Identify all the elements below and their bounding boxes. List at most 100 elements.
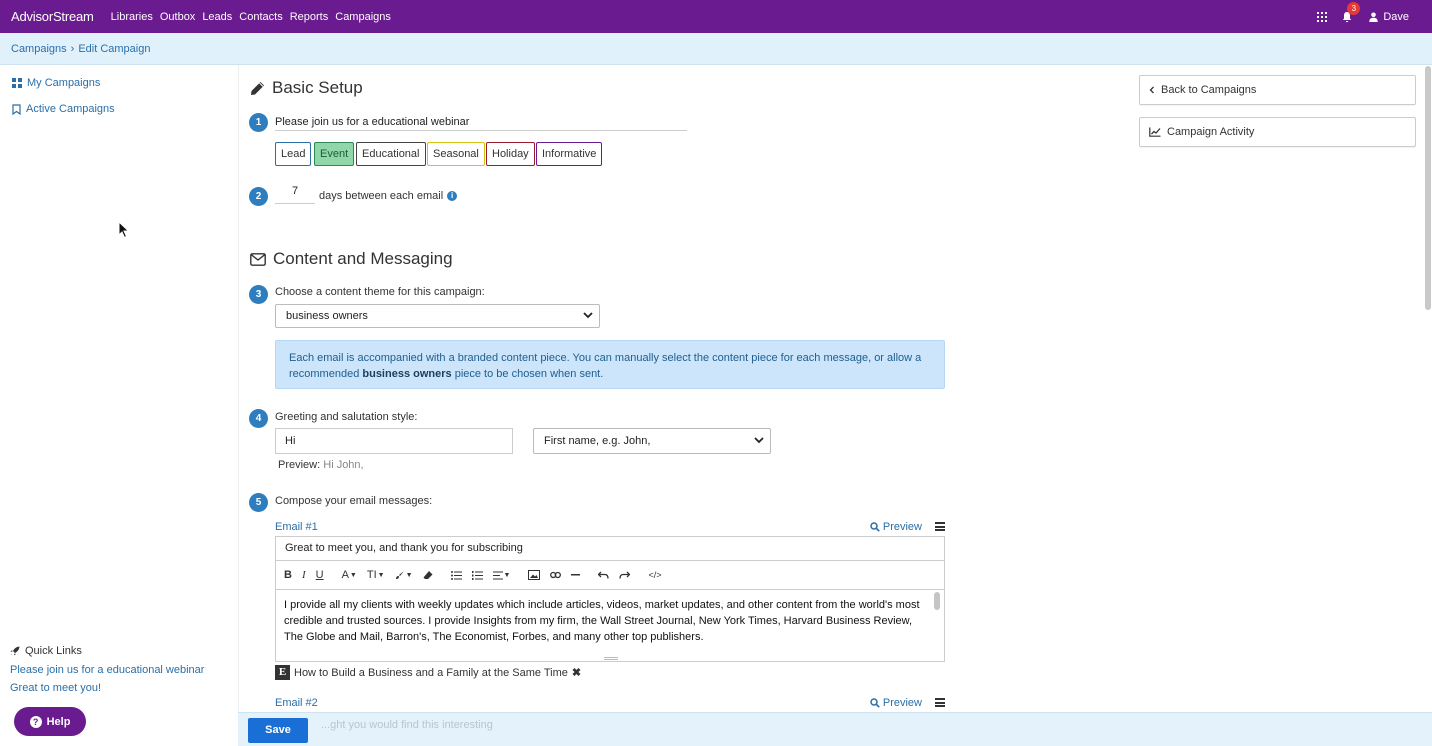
greeting-label: Greeting and salutation style: [275,411,418,423]
notification-badge: 3 [1347,1,1361,15]
nav-contacts[interactable]: Contacts [239,11,282,23]
save-bar: Save ...ght you would find this interest… [238,712,1432,746]
nav-leads[interactable]: Leads [202,11,232,23]
email-2-header: Email #2 Preview [275,697,945,711]
tag-event[interactable]: Event [314,142,355,166]
publisher-logo-icon: E [275,665,290,680]
rocket-icon [10,646,20,656]
email-2-subject-input[interactable]: ...ght you would find this interesting [321,719,493,731]
tag-educational[interactable]: Educational [356,142,426,166]
nav-campaigns[interactable]: Campaigns [335,11,391,23]
code-view-button[interactable]: </> [648,570,661,580]
help-button[interactable]: ? Help [14,707,86,736]
chevron-down-icon [583,312,593,319]
user-name: Dave [1383,10,1409,23]
remove-content-icon[interactable]: ✖ [572,666,581,679]
tag-lead[interactable]: Lead [275,142,312,166]
breadcrumb-separator: › [70,42,75,55]
editor-toolbar: B I U A ▼ TI ▼ ▼ ▼ </> [275,560,945,590]
email-1-menu-icon[interactable] [935,522,945,531]
section-basic-setup: Basic Setup [250,78,363,98]
section-content-messaging: Content and Messaging [250,249,453,269]
save-button[interactable]: Save [248,718,308,743]
apps-grid-icon[interactable] [1317,11,1328,22]
top-nav: AdvisorStream Libraries Outbox Leads Con… [0,0,1432,33]
eraser-icon[interactable] [423,570,433,580]
tag-informative[interactable]: Informative [536,142,603,166]
sidebar-item-label: Active Campaigns [26,103,115,115]
theme-info-bold: business owners [362,368,452,380]
salutation-select[interactable]: First name, e.g. John, [533,428,771,454]
chevron-left-icon [1149,86,1154,94]
user-icon [1369,12,1379,22]
breadcrumb-current: Edit Campaign [78,42,151,55]
greeting-preview: Preview: Hi John, [278,459,364,471]
tag-seasonal[interactable]: Seasonal [427,142,485,166]
attached-content-title[interactable]: How to Build a Business and a Family at … [294,667,568,679]
theme-info-alert: Each email is accompanied with a branded… [275,340,945,389]
tag-holiday[interactable]: Holiday [486,142,535,166]
bullet-list-icon[interactable] [450,570,462,580]
email-2-preview-button[interactable]: Preview [870,697,922,709]
back-to-campaigns-button[interactable]: Back to Campaigns [1139,75,1416,105]
page-scrollbar[interactable] [1425,66,1431,310]
theme-select[interactable]: business owners [275,304,600,328]
email-2-menu-icon[interactable] [935,698,945,707]
main-content: Basic Setup 1 Please join us for a educa… [238,65,1432,746]
dashboard-icon [12,78,22,88]
notifications-bell-icon[interactable]: 3 [1341,1,1361,23]
question-icon: ? [29,715,42,728]
info-icon[interactable]: i [447,191,458,201]
nav-outbox[interactable]: Outbox [160,11,195,23]
image-icon[interactable] [528,570,541,580]
campaign-activity-button[interactable]: Campaign Activity [1139,117,1416,147]
editor-resize-handle[interactable] [604,657,618,660]
editor-scrollbar[interactable] [934,592,940,610]
quick-links: Quick Links Please join us for a educati… [10,645,204,700]
quick-link-webinar[interactable]: Please join us for a educational webinar [10,664,204,676]
step-4-badge: 4 [249,409,268,428]
align-icon[interactable]: ▼ [492,571,510,580]
brand-logo[interactable]: AdvisorStream [11,9,94,24]
quick-links-title: Quick Links [10,645,204,657]
mouse-cursor-icon [118,221,130,239]
search-icon [870,522,880,532]
horizontal-rule-icon[interactable] [571,574,581,576]
days-between-label: days between each email i [319,190,458,202]
link-icon[interactable] [550,571,562,579]
italic-button[interactable]: I [302,569,306,581]
sidebar-item-active-campaigns[interactable]: Active Campaigns [12,103,115,115]
greeting-input[interactable]: Hi [275,428,513,454]
undo-icon[interactable] [598,571,610,579]
nav-libraries[interactable]: Libraries [111,11,153,23]
underline-button[interactable]: U [316,569,324,581]
compose-label: Compose your email messages: [275,495,433,507]
campaign-name-input[interactable]: Please join us for a educational webinar [275,113,687,131]
email-1-attached-content: E How to Build a Business and a Family a… [275,665,581,680]
nav-reports[interactable]: Reports [290,11,329,23]
email-1-preview-button[interactable]: Preview [870,521,922,533]
sidebar-item-label: My Campaigns [27,77,101,89]
step-3-badge: 3 [249,285,268,304]
breadcrumb: Campaigns › Edit Campaign [0,33,1432,65]
bookmark-icon [12,103,21,115]
breadcrumb-campaigns[interactable]: Campaigns [11,43,67,55]
email-1-subject-input[interactable]: Great to meet you, and thank you for sub… [275,536,945,561]
paint-brush-icon[interactable]: ▼ [395,570,413,580]
greeting-preview-value: Hi John, [323,459,364,471]
numbered-list-icon[interactable] [471,570,483,580]
step-5-badge: 5 [249,493,268,512]
sidebar-item-my-campaigns[interactable]: My Campaigns [12,77,100,89]
bold-button[interactable]: B [284,569,292,581]
font-size-button[interactable]: TI ▼ [367,569,385,581]
user-menu[interactable]: Dave [1369,11,1409,23]
chevron-down-icon [754,437,764,444]
font-color-button[interactable]: A ▼ [342,569,357,581]
email-2-label[interactable]: Email #2 [275,697,318,709]
redo-icon[interactable] [619,571,631,579]
email-1-body-editor[interactable]: I provide all my clients with weekly upd… [275,589,945,662]
quick-link-meet[interactable]: Great to meet you! [10,682,204,694]
email-1-label[interactable]: Email #1 [275,521,318,533]
days-between-input[interactable]: 7 [275,185,315,204]
line-chart-icon [1149,127,1161,137]
